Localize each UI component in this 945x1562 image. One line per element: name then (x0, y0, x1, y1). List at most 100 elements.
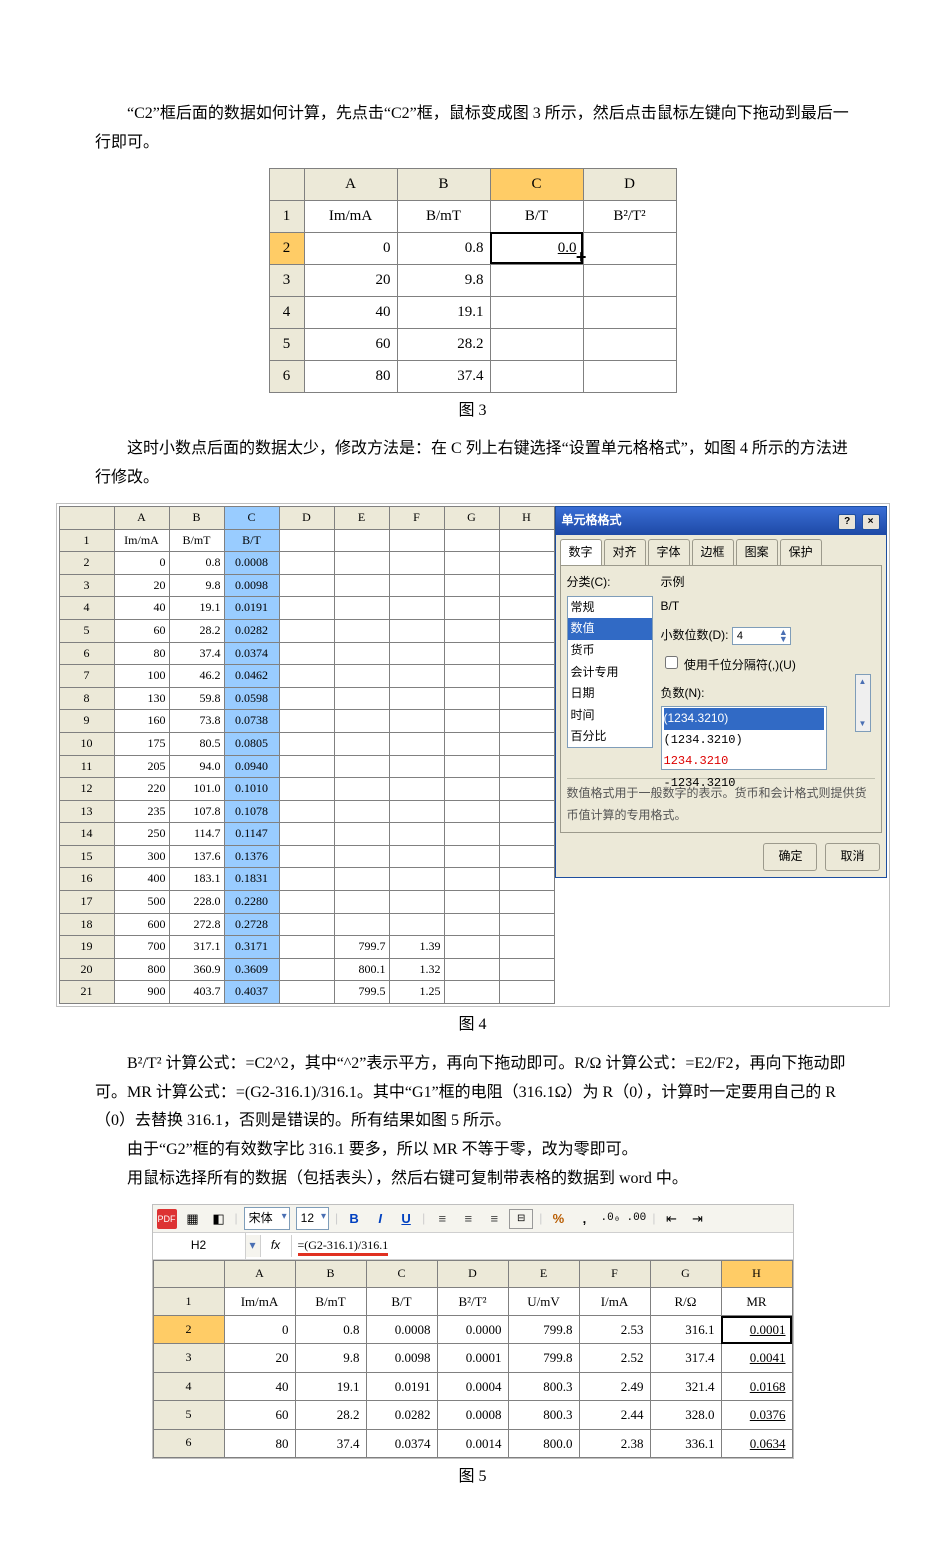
cell[interactable]: 250 (114, 823, 169, 846)
cell[interactable] (499, 687, 554, 710)
hdr-b2t2[interactable]: B²/T² (583, 200, 676, 232)
row-9[interactable]: 9 (59, 710, 114, 733)
tab-number[interactable]: 数字 (560, 539, 602, 566)
negative-list[interactable]: (1234.3210) (1234.3210) 1234.3210 -1234.… (661, 706, 827, 770)
row-5[interactable]: 5 (269, 328, 304, 360)
cell[interactable]: 400 (114, 868, 169, 891)
indent-inc-icon[interactable]: ⇥ (688, 1209, 708, 1229)
cell[interactable]: 800.0 (508, 1429, 579, 1457)
cell[interactable] (334, 552, 389, 575)
cell[interactable]: 19.1 (295, 1372, 366, 1400)
cell[interactable]: 9.8 (169, 574, 224, 597)
cell[interactable]: 0.0634 (721, 1429, 792, 1457)
cell[interactable]: 28.2 (397, 328, 490, 360)
cell[interactable] (389, 574, 444, 597)
col-E[interactable]: E (508, 1261, 579, 1288)
row-19[interactable]: 19 (59, 936, 114, 959)
cell[interactable]: 0.0374 (224, 642, 279, 665)
cell[interactable] (499, 665, 554, 688)
row-2[interactable]: 2 (269, 232, 304, 264)
cell[interactable]: 700 (114, 936, 169, 959)
cell[interactable]: 0.0008 (224, 552, 279, 575)
neg-opt-3[interactable]: 1234.3210 (664, 751, 824, 773)
cell[interactable] (499, 642, 554, 665)
cell[interactable] (444, 823, 499, 846)
cell[interactable] (444, 913, 499, 936)
cell[interactable]: 0 (304, 232, 397, 264)
dec-decimal-icon[interactable]: .00 (626, 1209, 646, 1229)
cell[interactable] (279, 891, 334, 914)
cell[interactable]: 0.0191 (224, 597, 279, 620)
row-4[interactable]: 4 (269, 296, 304, 328)
cell[interactable] (444, 981, 499, 1004)
row-14[interactable]: 14 (59, 823, 114, 846)
cell[interactable]: 0.2280 (224, 891, 279, 914)
cell[interactable] (444, 868, 499, 891)
cell[interactable]: 2.38 (579, 1429, 650, 1457)
cell[interactable] (334, 913, 389, 936)
cell[interactable]: 28.2 (169, 619, 224, 642)
category-item[interactable]: 会计专用 (568, 662, 652, 684)
decimals-input[interactable] (735, 629, 779, 643)
cell[interactable] (334, 574, 389, 597)
cell[interactable] (279, 529, 334, 552)
cell[interactable] (389, 868, 444, 891)
cell[interactable]: 80 (114, 642, 169, 665)
cell[interactable] (279, 597, 334, 620)
cell[interactable]: 1.39 (389, 936, 444, 959)
cell[interactable]: 80 (304, 360, 397, 392)
cell[interactable] (444, 800, 499, 823)
row-2[interactable]: 2 (153, 1316, 224, 1344)
cell[interactable]: 0.0098 (366, 1344, 437, 1372)
cell[interactable]: 0.0940 (224, 755, 279, 778)
row-13[interactable]: 13 (59, 800, 114, 823)
cell[interactable] (444, 732, 499, 755)
name-box-dropdown-icon[interactable]: ▾ (246, 1235, 261, 1257)
cell[interactable] (389, 823, 444, 846)
cell[interactable] (279, 732, 334, 755)
formula-input[interactable]: =(G2-316.1)/316.1 (292, 1233, 793, 1259)
col-A[interactable]: A (114, 506, 169, 529)
cell[interactable]: 336.1 (650, 1429, 721, 1457)
cell[interactable]: 0.8 (295, 1316, 366, 1344)
indent-dec-icon[interactable]: ⇤ (662, 1209, 682, 1229)
cell[interactable]: 2.53 (579, 1316, 650, 1344)
cell[interactable]: 37.4 (397, 360, 490, 392)
cell[interactable] (499, 823, 554, 846)
cell[interactable]: 0.0805 (224, 732, 279, 755)
cell[interactable] (334, 642, 389, 665)
cell[interactable] (444, 710, 499, 733)
cell[interactable]: 205 (114, 755, 169, 778)
cell[interactable] (334, 868, 389, 891)
cell[interactable] (334, 845, 389, 868)
cell[interactable]: 73.8 (169, 710, 224, 733)
tab-font[interactable]: 字体 (648, 539, 690, 566)
cell[interactable] (490, 296, 583, 328)
row-18[interactable]: 18 (59, 913, 114, 936)
neg-scrollbar[interactable]: ▲▼ (855, 674, 871, 732)
cell[interactable]: 40 (224, 1372, 295, 1400)
cell[interactable] (499, 891, 554, 914)
cell[interactable]: 0.0001 (721, 1316, 792, 1344)
cell[interactable]: 800.3 (508, 1401, 579, 1429)
cell[interactable]: 19.1 (169, 597, 224, 620)
cell[interactable] (444, 958, 499, 981)
hdr-im[interactable]: Im/mA (304, 200, 397, 232)
cell[interactable]: 0.0008 (366, 1316, 437, 1344)
cell[interactable]: 80 (224, 1429, 295, 1457)
cell[interactable] (279, 913, 334, 936)
cell[interactable]: 0.8 (397, 232, 490, 264)
cell[interactable]: 9.8 (295, 1344, 366, 1372)
cell[interactable] (279, 642, 334, 665)
cell[interactable]: 101.0 (169, 778, 224, 801)
cell[interactable]: 2.44 (579, 1401, 650, 1429)
hdr-G[interactable]: R/Ω (650, 1287, 721, 1315)
cell[interactable]: 0.0376 (721, 1401, 792, 1429)
cancel-button[interactable]: 取消 (825, 843, 879, 871)
thousands-checkbox[interactable] (665, 656, 678, 669)
cell[interactable]: 2.52 (579, 1344, 650, 1372)
category-item[interactable]: 日期 (568, 683, 652, 705)
cell[interactable] (334, 800, 389, 823)
category-item[interactable]: 货币 (568, 640, 652, 662)
cell[interactable] (499, 552, 554, 575)
